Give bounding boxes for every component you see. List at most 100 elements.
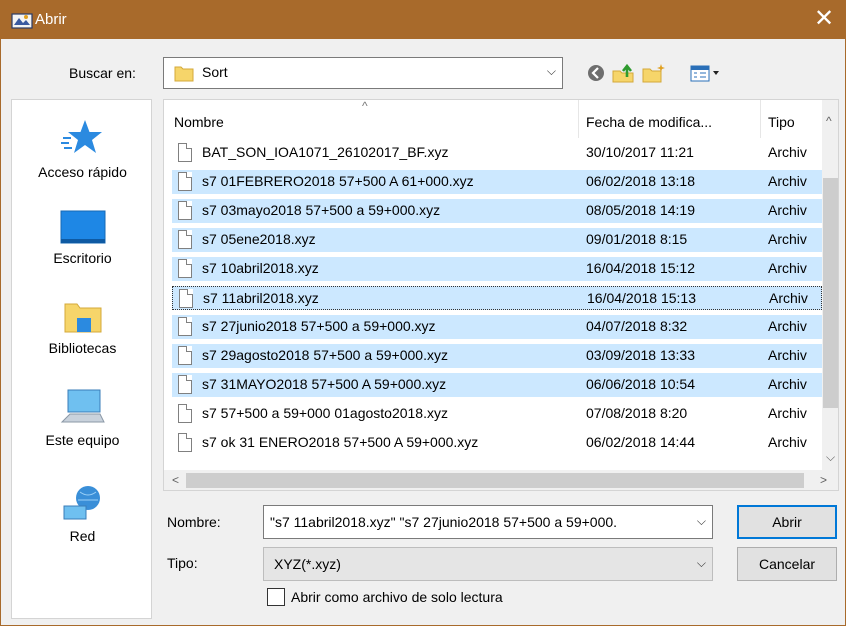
file-name: s7 10abril2018.xyz (202, 260, 319, 276)
title-bar[interactable]: Abrir ✕ (1, 1, 845, 39)
file-icon (178, 259, 192, 278)
readonly-checkbox[interactable] (267, 588, 285, 606)
file-name: s7 05ene2018.xyz (202, 231, 316, 247)
desktop-icon (60, 210, 105, 244)
file-name: s7 31MAYO2018 57+500 A 59+000.xyz (202, 376, 447, 392)
libraries-icon (64, 303, 101, 333)
file-type: Archiv (768, 434, 807, 450)
file-date: 06/06/2018 10:54 (586, 376, 695, 392)
column-header-type[interactable]: Tipo (768, 100, 795, 138)
view-menu-icon[interactable] (689, 63, 725, 83)
chevron-down-icon: ⌵ (546, 64, 556, 78)
file-type: Archiv (768, 260, 807, 276)
file-icon (178, 346, 192, 365)
file-row-selected[interactable]: s7 05ene2018.xyz 09/01/2018 8:15 Archiv (172, 228, 822, 252)
file-list[interactable]: ^ Nombre Fecha de modifica... Tipo BAT_S… (163, 99, 839, 491)
file-icon (178, 433, 192, 452)
file-name: s7 03mayo2018 57+500 a 59+000.xyz (202, 202, 441, 218)
horizontal-scroll-thumb[interactable] (186, 473, 804, 488)
filename-input[interactable] (268, 510, 678, 534)
lookin-value: Sort (202, 64, 228, 80)
file-date: 04/07/2018 8:32 (586, 318, 688, 334)
file-name: s7 ok 31 ENERO2018 57+500 A 59+000.xyz (202, 434, 479, 450)
close-button[interactable]: ✕ (809, 5, 839, 35)
filename-field[interactable]: ⌵ (263, 505, 713, 539)
file-icon (179, 289, 193, 308)
file-type: Archiv (769, 290, 808, 306)
file-icon (178, 201, 192, 220)
file-type: Archiv (768, 202, 807, 218)
place-label: Acceso rápido (38, 164, 127, 180)
column-divider[interactable] (578, 100, 579, 138)
app-icon (11, 13, 33, 29)
place-label: Este equipo (45, 432, 120, 448)
file-row[interactable]: s7 57+500 a 59+000 01agosto2018.xyz 07/0… (172, 402, 822, 426)
column-divider[interactable] (760, 100, 761, 138)
readonly-label[interactable]: Abrir como archivo de solo lectura (291, 589, 503, 605)
places-bar: Acceso rápido Escritorio Bibliotecas Est… (11, 99, 152, 619)
scroll-right-icon[interactable]: > (820, 473, 827, 487)
file-name: s7 29agosto2018 57+500 a 59+000.xyz (202, 347, 448, 363)
lookin-combo[interactable]: Sort ⌵ (163, 57, 563, 89)
place-label: Escritorio (53, 250, 112, 266)
up-folder-icon[interactable] (611, 63, 637, 83)
lookin-label: Buscar en: (69, 65, 136, 81)
file-icon (178, 375, 192, 394)
place-label: Bibliotecas (48, 340, 117, 356)
chevron-down-icon[interactable]: ⌵ (697, 514, 706, 529)
scroll-left-icon[interactable]: < (172, 473, 179, 487)
file-row[interactable]: BAT_SON_IOA1071_26102017_BF.xyz 30/10/20… (172, 141, 822, 165)
place-libraries[interactable]: Bibliotecas (12, 300, 153, 356)
vertical-scrollbar[interactable]: ^ ⌵ (822, 100, 838, 470)
network-icon (63, 486, 100, 520)
file-row-selected[interactable]: s7 31MAYO2018 57+500 A 59+000.xyz 06/06/… (172, 373, 822, 397)
chevron-down-icon: ⌵ (696, 556, 706, 570)
column-header-name[interactable]: Nombre (174, 100, 224, 138)
file-row-selected[interactable]: s7 27junio2018 57+500 a 59+000.xyz 04/07… (172, 315, 822, 339)
close-icon: ✕ (813, 5, 835, 32)
file-date: 16/04/2018 15:12 (586, 260, 695, 276)
star-icon (60, 120, 102, 153)
folder-icon (174, 66, 194, 82)
file-row-selected[interactable]: s7 03mayo2018 57+500 a 59+000.xyz 08/05/… (172, 199, 822, 223)
place-this-pc[interactable]: Este equipo (12, 388, 153, 448)
open-button[interactable]: Abrir (737, 505, 837, 539)
file-row[interactable]: s7 ok 31 ENERO2018 57+500 A 59+000.xyz 0… (172, 431, 822, 455)
file-row-selected[interactable]: s7 10abril2018.xyz 16/04/2018 15:12 Arch… (172, 257, 822, 281)
file-date: 09/01/2018 8:15 (586, 231, 688, 247)
file-date: 03/09/2018 13:33 (586, 347, 695, 363)
back-icon[interactable] (585, 63, 607, 83)
file-icon (178, 230, 192, 249)
file-type: Archiv (768, 318, 807, 334)
file-row-focused[interactable]: s7 11abril2018.xyz 16/04/2018 15:13 Arch… (172, 286, 822, 310)
file-name: s7 01FEBRERO2018 57+500 A 61+000.xyz (202, 173, 474, 189)
horizontal-scrollbar[interactable]: < > (164, 470, 838, 490)
place-quick-access[interactable]: Acceso rápido (12, 118, 153, 180)
vertical-scroll-thumb[interactable] (823, 178, 838, 408)
place-network[interactable]: Red (12, 484, 153, 544)
file-type: Archiv (768, 173, 807, 189)
file-type: Archiv (768, 231, 807, 247)
file-type: Archiv (768, 347, 807, 363)
filetype-select[interactable]: XYZ(*.xyz) ⌵ (263, 547, 713, 581)
file-icon (178, 172, 192, 191)
cancel-button[interactable]: Cancelar (737, 547, 837, 581)
scroll-down-icon[interactable]: ⌵ (826, 450, 835, 465)
open-file-dialog: Abrir ✕ Buscar en: Sort ⌵ Acceso rápido … (0, 0, 846, 626)
file-name: s7 27junio2018 57+500 a 59+000.xyz (202, 318, 436, 334)
file-icon (178, 317, 192, 336)
column-header-date[interactable]: Fecha de modifica... (586, 100, 712, 138)
scroll-up-icon[interactable]: ^ (826, 114, 832, 128)
file-row-selected[interactable]: s7 29agosto2018 57+500 a 59+000.xyz 03/0… (172, 344, 822, 368)
file-name: s7 11abril2018.xyz (203, 290, 319, 306)
new-folder-icon[interactable] (641, 63, 667, 83)
file-row-selected[interactable]: s7 01FEBRERO2018 57+500 A 61+000.xyz 06/… (172, 170, 822, 194)
file-type: Archiv (768, 144, 807, 160)
file-name: BAT_SON_IOA1071_26102017_BF.xyz (202, 144, 449, 160)
filetype-value: XYZ(*.xyz) (274, 556, 341, 572)
place-desktop[interactable]: Escritorio (12, 210, 153, 266)
window-title: Abrir (35, 11, 67, 28)
file-date: 16/04/2018 15:13 (587, 290, 696, 306)
file-type: Archiv (768, 405, 807, 421)
file-date: 30/10/2017 11:21 (586, 144, 694, 160)
